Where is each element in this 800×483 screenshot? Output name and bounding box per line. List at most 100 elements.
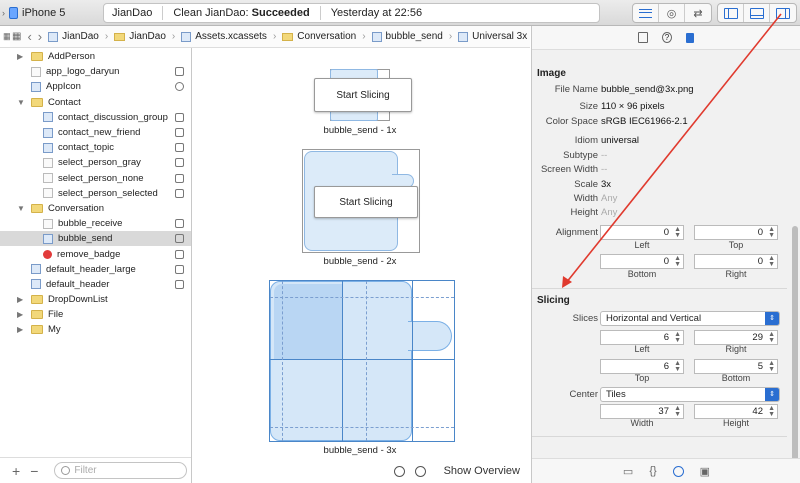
alignment-bottom-field[interactable]: 0 ▲ ▼ [600, 254, 684, 269]
media-library-icon[interactable]: ▣ [700, 465, 710, 478]
remove-button[interactable]: − [30, 463, 38, 479]
image-asset-icon [31, 81, 41, 92]
folder-icon [114, 32, 126, 41]
forward-button[interactable]: › [38, 29, 42, 44]
alignment-right-field[interactable]: 0 ▲ ▼ [694, 254, 778, 269]
slice-left-field[interactable]: 6 ▲ ▼ [600, 330, 684, 345]
add-button[interactable]: + [12, 463, 20, 479]
breadcrumb-project[interactable]: JianDao [48, 31, 99, 42]
tree-asset-row[interactable]: contact_discussion_group [0, 110, 191, 125]
breadcrumb-chevron-icon: › [362, 31, 366, 42]
slices-popup[interactable]: Horizontal and Vertical ⇕ [600, 311, 780, 326]
tree-asset-row[interactable]: select_person_none [0, 171, 191, 186]
slice-line-vertical-right[interactable] [412, 281, 413, 441]
slice-guide-left[interactable] [282, 281, 283, 441]
tree-asset-row[interactable]: default_header_large [0, 262, 191, 277]
attributes-inspector-icon[interactable] [686, 32, 694, 43]
start-slicing-button-1x[interactable]: Start Slicing [314, 78, 412, 112]
file-inspector-icon[interactable] [638, 32, 648, 43]
stepper-icon[interactable]: ▲ ▼ [768, 331, 775, 344]
disclosure-open-icon[interactable]: ▼ [17, 98, 25, 107]
related-items-icon[interactable]: ▦ [12, 31, 21, 42]
stepper-icon[interactable]: ▲ ▼ [674, 331, 681, 344]
tree-item-label: select_person_none [58, 172, 144, 184]
stepper-icon[interactable]: ▲ ▼ [674, 226, 681, 239]
breadcrumb-catalog[interactable]: Assets.xcassets [181, 31, 267, 42]
quick-help-icon[interactable]: ? [662, 32, 672, 43]
stepper-icon[interactable]: ▲ ▼ [674, 405, 681, 418]
library-tab-strip: ▭ {} ▣ [532, 458, 800, 483]
tree-asset-row[interactable]: contact_topic [0, 140, 191, 155]
tree-folder-row[interactable]: ▶ File [0, 307, 191, 322]
center-popup[interactable]: Tiles ⇕ [600, 387, 780, 402]
start-slicing-button-2x[interactable]: Start Slicing [314, 186, 418, 218]
tree-folder-row[interactable]: ▶ My [0, 322, 191, 337]
version-editor-button[interactable]: ⇄ [685, 4, 711, 22]
tree-item-label: contact_new_friend [58, 127, 141, 139]
stepper-icon[interactable]: ▲ ▼ [768, 405, 775, 418]
tree-asset-row[interactable]: bubble_send [0, 231, 191, 247]
file-template-icon[interactable]: ▭ [623, 465, 633, 478]
stepper-icon[interactable]: ▲ ▼ [768, 360, 775, 373]
image-asset-icon [43, 218, 53, 229]
breadcrumb-group[interactable]: JianDao [114, 31, 166, 42]
code-snippet-icon[interactable]: {} [649, 465, 656, 477]
breadcrumb-folder[interactable]: Conversation [282, 31, 356, 42]
slice-right-field[interactable]: 29 ▲ ▼ [694, 330, 778, 345]
inspector-scrollbar[interactable] [792, 226, 798, 461]
tree-asset-row[interactable]: contact_new_friend [0, 125, 191, 140]
slice-top-field[interactable]: 6 ▲ ▼ [600, 359, 684, 374]
tree-folder-row[interactable]: ▶ AddPerson [0, 49, 191, 64]
breadcrumb-slot[interactable]: Universal 3x [458, 31, 527, 42]
tree-asset-row[interactable]: default_header [0, 277, 191, 292]
tree-asset-row[interactable]: app_logo_daryun [0, 64, 191, 79]
tree-asset-row[interactable]: select_person_gray [0, 155, 191, 170]
center-width-field[interactable]: 37 ▲ ▼ [600, 404, 684, 419]
zoom-out-icon[interactable] [393, 465, 405, 477]
standard-editor-button[interactable] [633, 4, 659, 22]
alignment-left-field[interactable]: 0 ▲ ▼ [600, 225, 684, 240]
stepper-icon[interactable]: ▲ ▼ [674, 255, 681, 268]
disclosure-closed-icon[interactable]: ▶ [17, 325, 23, 334]
slice-cap-region [274, 284, 342, 360]
center-height-field[interactable]: 42 ▲ ▼ [694, 404, 778, 419]
alignment-top-field[interactable]: 0 ▲ ▼ [694, 225, 778, 240]
tree-asset-row[interactable]: select_person_selected [0, 186, 191, 201]
show-overview-button[interactable]: Show Overview [444, 465, 520, 477]
zoom-in-icon[interactable] [414, 465, 426, 477]
tree-asset-row[interactable]: AppIcon [0, 79, 191, 94]
slice-guide-right[interactable] [366, 281, 367, 441]
scheme-selector[interactable]: › iPhone 5 [0, 4, 65, 22]
image-slot-3x[interactable] [269, 280, 455, 442]
tree-item-label: default_header [46, 278, 110, 290]
section-divider [532, 436, 787, 437]
object-library-icon[interactable] [672, 465, 684, 477]
stepper-icon[interactable]: ▲ ▼ [674, 360, 681, 373]
tree-item-label: My [48, 324, 61, 336]
slice-bottom-field[interactable]: 5 ▲ ▼ [694, 359, 778, 374]
stepper-icon[interactable]: ▲ ▼ [768, 226, 775, 239]
tree-asset-row[interactable]: bubble_receive [0, 216, 191, 231]
slice-guide-bottom[interactable] [270, 427, 454, 428]
assistant-editor-button[interactable]: ◎ [659, 4, 685, 22]
disclosure-closed-icon[interactable]: ▶ [17, 310, 23, 319]
slice-guide-top[interactable] [270, 297, 454, 298]
tree-folder-row[interactable]: ▼ Conversation [0, 201, 191, 216]
breadcrumb-image-set[interactable]: bubble_send [371, 31, 443, 42]
stepper-icon[interactable]: ▲ ▼ [768, 255, 775, 268]
toggle-navigator-button[interactable] [718, 4, 744, 22]
toggle-debug-area-button[interactable] [744, 4, 770, 22]
tree-asset-row[interactable]: remove_badge [0, 246, 191, 261]
disclosure-closed-icon[interactable]: ▶ [17, 52, 23, 61]
tree-folder-row[interactable]: ▼ Contact [0, 95, 191, 110]
tree-item-label: contact_discussion_group [58, 111, 168, 123]
disclosure-closed-icon[interactable]: ▶ [17, 295, 23, 304]
iphone-icon [9, 7, 18, 19]
slice-line-vertical-left[interactable] [342, 281, 343, 441]
disclosure-open-icon[interactable]: ▼ [17, 204, 25, 213]
filter-field[interactable]: Filter [54, 462, 188, 479]
toggle-inspector-button[interactable] [770, 4, 796, 22]
back-button[interactable]: ‹ [27, 29, 31, 44]
slice-line-horizontal[interactable] [270, 359, 454, 360]
tree-folder-row[interactable]: ▶ DropDownList [0, 292, 191, 307]
